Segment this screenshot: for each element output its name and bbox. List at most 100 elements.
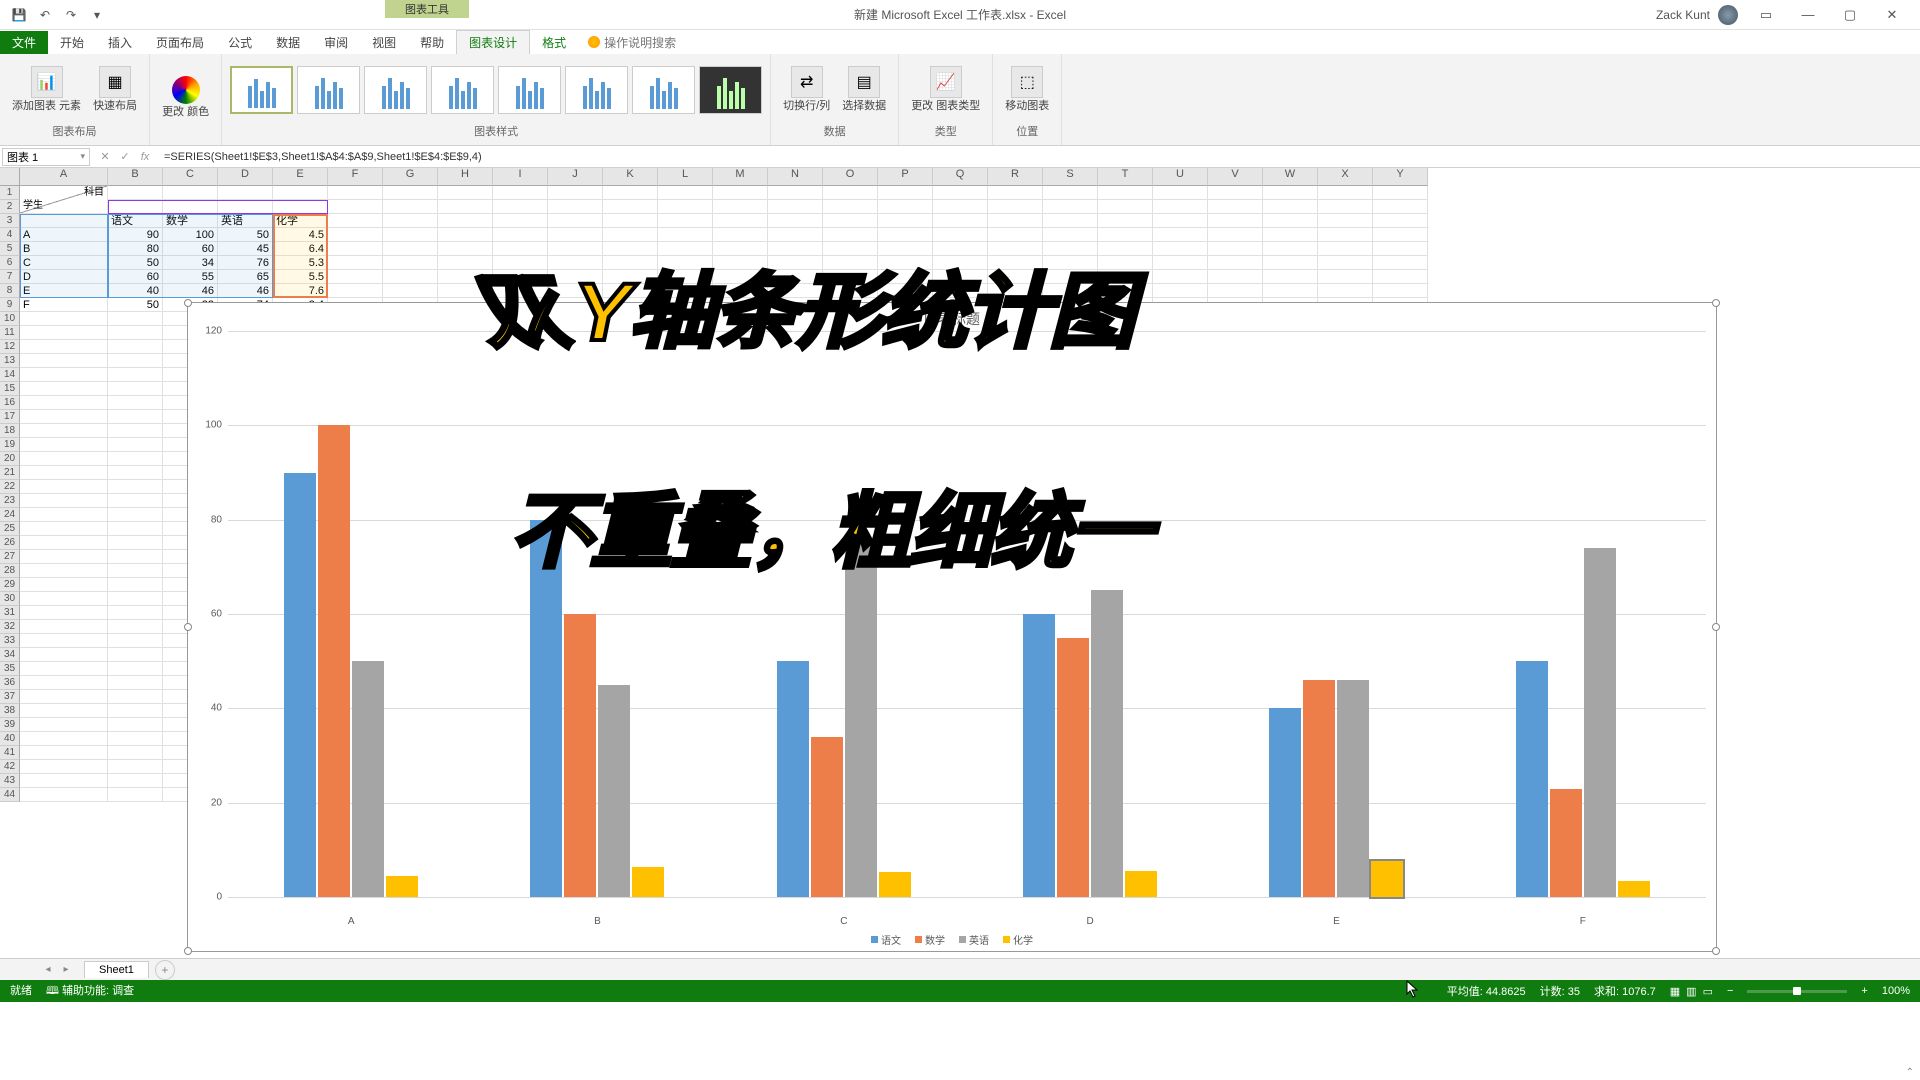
cell[interactable] (328, 284, 383, 298)
cell[interactable] (20, 690, 108, 704)
legend-item[interactable]: 语文 (871, 932, 901, 947)
col-header-O[interactable]: O (823, 168, 878, 186)
bar-化学[interactable] (386, 876, 418, 897)
cell[interactable] (108, 200, 163, 214)
cell[interactable] (20, 508, 108, 522)
bar-语文[interactable] (1516, 661, 1548, 897)
cell[interactable] (20, 452, 108, 466)
cell[interactable] (1208, 214, 1263, 228)
cell[interactable] (1263, 186, 1318, 200)
cell[interactable] (1263, 242, 1318, 256)
change-colors-button[interactable]: 更改 颜色 (158, 72, 213, 122)
zoom-level[interactable]: 100% (1882, 985, 1910, 997)
cell[interactable]: 科目学生 (20, 186, 108, 214)
cell[interactable] (658, 186, 713, 200)
cell[interactable] (108, 564, 163, 578)
cell[interactable] (768, 228, 823, 242)
cell[interactable] (1318, 242, 1373, 256)
cell[interactable] (493, 228, 548, 242)
cell[interactable] (493, 214, 548, 228)
cell[interactable]: 34 (163, 256, 218, 270)
collapse-ribbon-icon[interactable]: ⌃ (1906, 1067, 1914, 1078)
cell[interactable] (108, 186, 163, 200)
cell[interactable] (493, 186, 548, 200)
resize-handle[interactable] (184, 947, 192, 955)
cell[interactable] (1318, 214, 1373, 228)
cell[interactable]: 数学 (163, 214, 218, 228)
cell[interactable] (603, 200, 658, 214)
cell[interactable] (383, 270, 438, 284)
cell[interactable] (1373, 228, 1428, 242)
cell[interactable] (108, 424, 163, 438)
tab-insert[interactable]: 插入 (96, 31, 144, 54)
legend-item[interactable]: 化学 (1003, 932, 1033, 947)
row-header-28[interactable]: 28 (0, 564, 20, 578)
chart-style-thumb[interactable] (297, 66, 360, 114)
col-header-P[interactable]: P (878, 168, 933, 186)
resize-handle[interactable] (184, 623, 192, 631)
cell[interactable] (20, 480, 108, 494)
cell[interactable] (493, 200, 548, 214)
cell[interactable] (1208, 242, 1263, 256)
cancel-icon[interactable]: ✕ (96, 148, 114, 166)
cell[interactable] (438, 186, 493, 200)
row-header-40[interactable]: 40 (0, 732, 20, 746)
cell[interactable] (108, 340, 163, 354)
cell[interactable] (823, 214, 878, 228)
row-header-18[interactable]: 18 (0, 424, 20, 438)
bar-数学[interactable] (811, 737, 843, 897)
row-header-15[interactable]: 15 (0, 382, 20, 396)
cell[interactable]: 7.6 (273, 284, 328, 298)
cell[interactable] (933, 186, 988, 200)
row-header-11[interactable]: 11 (0, 326, 20, 340)
cell[interactable] (108, 718, 163, 732)
cell[interactable] (1098, 214, 1153, 228)
cell[interactable]: 65 (218, 270, 273, 284)
cell[interactable] (438, 270, 493, 284)
cell[interactable] (878, 228, 933, 242)
row-header-24[interactable]: 24 (0, 508, 20, 522)
bar-数学[interactable] (564, 614, 596, 897)
col-header-D[interactable]: D (218, 168, 273, 186)
cell[interactable] (108, 788, 163, 802)
cell[interactable]: 40 (108, 284, 163, 298)
chart-style-thumb[interactable] (431, 66, 494, 114)
resize-handle[interactable] (1712, 623, 1720, 631)
cell[interactable] (20, 634, 108, 648)
cell[interactable] (1153, 186, 1208, 200)
cell[interactable] (108, 382, 163, 396)
move-chart-button[interactable]: ⬚ 移动图表 (1001, 62, 1053, 116)
cell[interactable]: 46 (163, 284, 218, 298)
row-header-32[interactable]: 32 (0, 620, 20, 634)
plot-area[interactable]: 020406080100120 ABCDEF (228, 331, 1706, 911)
chart-style-thumb[interactable] (699, 66, 762, 114)
cell[interactable] (108, 438, 163, 452)
cell[interactable] (1263, 228, 1318, 242)
row-header-14[interactable]: 14 (0, 368, 20, 382)
row-headers[interactable]: 1234567891011121314151617181920212223242… (0, 186, 20, 802)
cell[interactable] (20, 340, 108, 354)
legend[interactable]: 语文数学英语化学 (188, 932, 1716, 947)
cell[interactable] (20, 676, 108, 690)
cell[interactable] (1098, 186, 1153, 200)
cell[interactable] (1043, 200, 1098, 214)
cell[interactable] (1373, 242, 1428, 256)
cell[interactable] (658, 214, 713, 228)
bar-group[interactable] (1460, 331, 1706, 897)
cell[interactable] (1208, 186, 1263, 200)
tab-formulas[interactable]: 公式 (216, 31, 264, 54)
select-data-button[interactable]: ▤ 选择数据 (838, 62, 890, 116)
row-header-33[interactable]: 33 (0, 634, 20, 648)
cell[interactable] (108, 704, 163, 718)
cell[interactable] (1043, 228, 1098, 242)
normal-view-icon[interactable]: ▦ (1670, 985, 1680, 998)
row-header-26[interactable]: 26 (0, 536, 20, 550)
cell[interactable] (1153, 214, 1208, 228)
cell[interactable] (1318, 256, 1373, 270)
row-header-27[interactable]: 27 (0, 550, 20, 564)
cell[interactable] (20, 704, 108, 718)
cell[interactable] (1153, 200, 1208, 214)
cell[interactable] (108, 578, 163, 592)
minimize-button[interactable]: — (1788, 3, 1828, 27)
cell[interactable] (933, 228, 988, 242)
